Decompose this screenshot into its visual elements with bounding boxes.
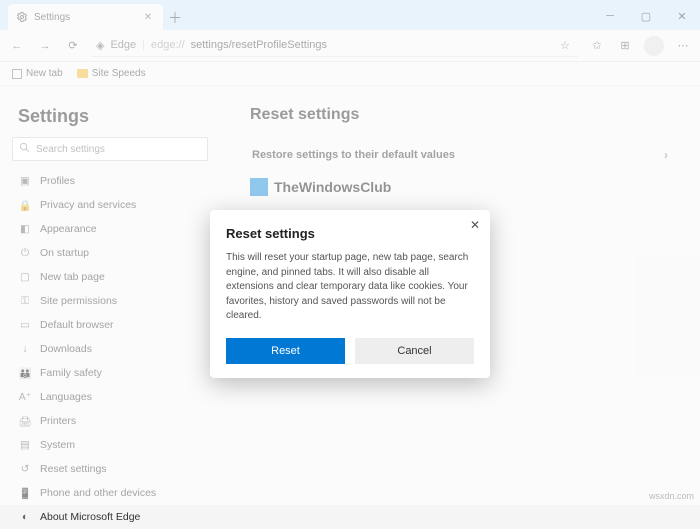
dialog-close-button[interactable]: ✕	[470, 218, 480, 232]
reset-settings-dialog: ✕ Reset settings This will reset your st…	[210, 210, 490, 378]
reset-button[interactable]: Reset	[226, 338, 345, 364]
sidebar-item-label: About Microsoft Edge	[40, 511, 140, 523]
edge-icon: ◐	[18, 510, 32, 524]
dialog-body: This will reset your startup page, new t…	[226, 251, 474, 324]
sidebar-item-about[interactable]: ◐ About Microsoft Edge	[12, 505, 208, 529]
cancel-button[interactable]: Cancel	[355, 338, 474, 364]
dialog-buttons: Reset Cancel	[226, 338, 474, 364]
modal-overlay: ✕ Reset settings This will reset your st…	[0, 0, 700, 505]
watermark: wsxdn.com	[649, 491, 694, 501]
dialog-title: Reset settings	[226, 226, 474, 241]
